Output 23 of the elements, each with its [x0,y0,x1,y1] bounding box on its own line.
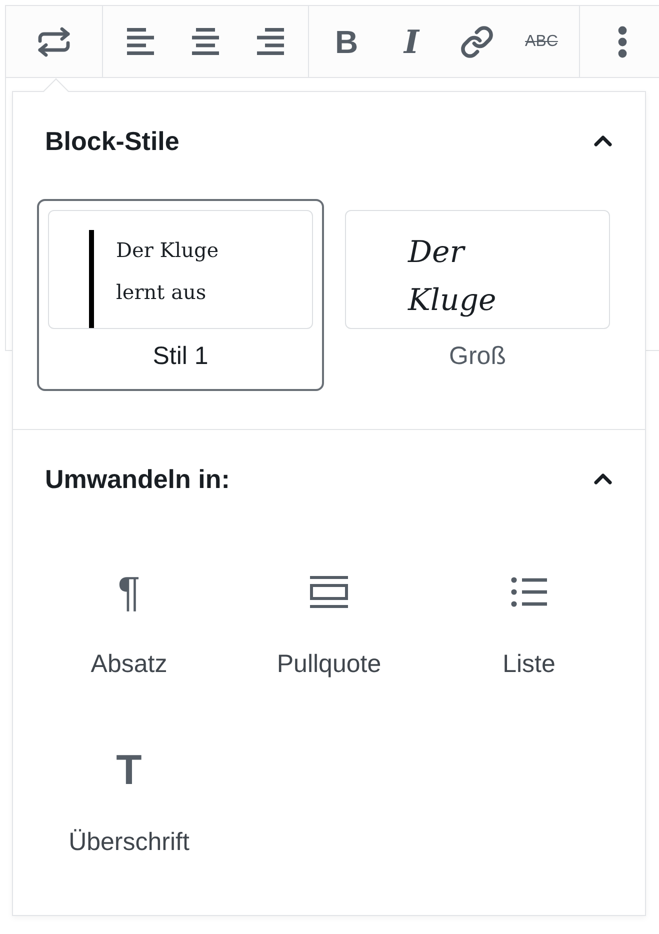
style-option[interactable]: Der Kluge lernt aus Stil 1 [37,199,324,391]
transform-option[interactable]: Liste [429,572,629,679]
style-option[interactable]: Der Kluge Groß [334,199,621,391]
link-icon [460,24,494,58]
pullquote-icon [310,576,348,608]
arrows-swap-icon [36,26,72,56]
quote-text: Der Kluge [408,234,498,320]
paragraph-icon: ¶ [118,572,140,612]
align-left-icon [127,28,154,55]
transform-option[interactable]: T Überschrift [29,750,229,857]
section-title: Block-Stile [45,126,180,156]
section-title: Umwandeln in: [45,464,230,494]
transform-option[interactable]: ¶ Absatz [29,572,229,679]
transform-option[interactable]: Pullquote [229,572,429,679]
list-icon [511,577,547,607]
align-right-icon [257,28,284,55]
quote-text: Der Kluge lernt aus [116,237,220,306]
strikethrough-button[interactable]: ABC [509,6,574,77]
heading-icon: T [116,750,142,790]
more-options-icon [618,26,626,58]
italic-button[interactable]: I [379,6,444,77]
align-center-icon [192,28,219,55]
bold-button[interactable]: B [314,6,379,77]
